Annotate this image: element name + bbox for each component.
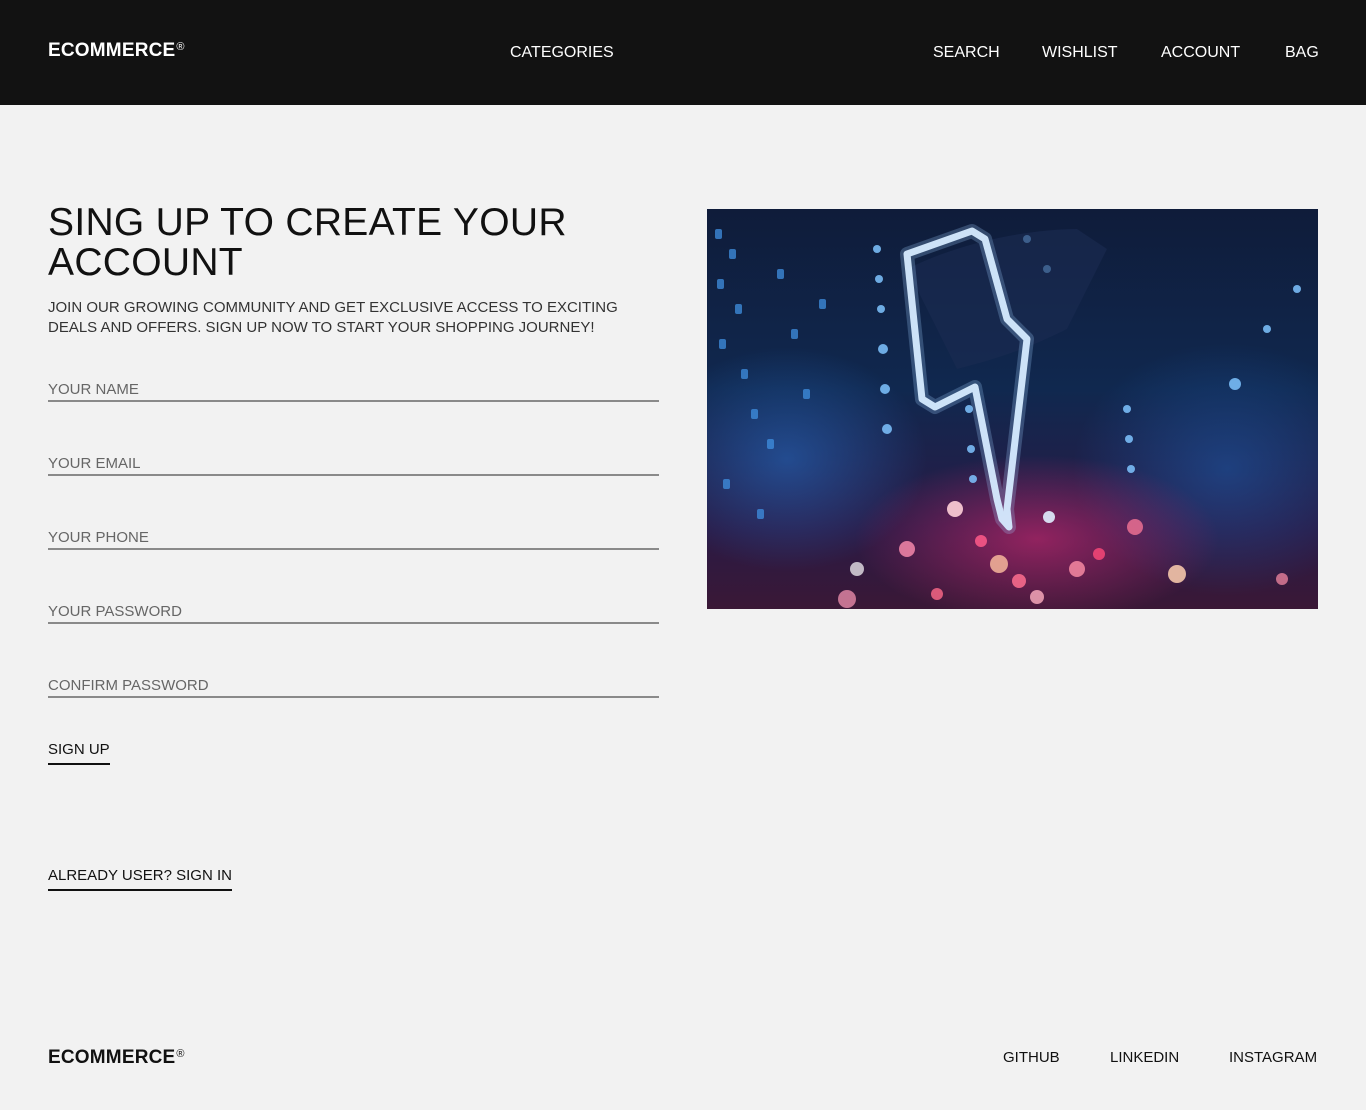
footer-instagram-link[interactable]: INSTAGRAM [1229, 1049, 1317, 1066]
footer-brand-name: ECOMMERCE [48, 1047, 176, 1068]
sign-up-button[interactable]: SIGN UP [48, 741, 110, 765]
brand-logo-link[interactable]: ECOMMERCE® [48, 40, 185, 62]
confirm-password-input[interactable] [48, 668, 659, 696]
nav-search[interactable]: SEARCH [933, 44, 1000, 62]
password-field [48, 594, 659, 624]
password-input[interactable] [48, 594, 659, 622]
page-title: SING UP TO CREATE YOUR ACCOUNT [48, 201, 567, 284]
email-input[interactable] [48, 446, 659, 474]
footer-brand-link[interactable]: ECOMMERCE® [48, 1047, 185, 1069]
site-header: ECOMMERCE® CATEGORIES SEARCH WISHLIST AC… [0, 0, 1366, 105]
nav-categories[interactable]: CATEGORIES [510, 44, 614, 62]
brand-name: ECOMMERCE [48, 40, 176, 61]
email-field [48, 446, 659, 476]
nav-bag[interactable]: BAG [1285, 44, 1319, 62]
phone-input[interactable] [48, 520, 659, 548]
footer-linkedin-link[interactable]: LINKEDIN [1110, 1049, 1179, 1066]
footer-registered-mark: ® [176, 1048, 185, 1060]
name-field [48, 372, 659, 402]
registered-mark: ® [176, 41, 185, 53]
nav-account[interactable]: ACCOUNT [1161, 44, 1240, 62]
page-subtitle: JOIN OUR GROWING COMMUNITY AND GET EXCLU… [48, 299, 618, 336]
confirm-password-field [48, 668, 659, 698]
name-input[interactable] [48, 372, 659, 400]
footer-github-link[interactable]: GITHUB [1003, 1049, 1060, 1066]
sign-in-link[interactable]: ALREADY USER? SIGN IN [48, 867, 232, 891]
nav-wishlist[interactable]: WISHLIST [1042, 44, 1118, 62]
neon-city-illustration [715, 224, 1301, 608]
hero-image [707, 209, 1318, 609]
phone-field [48, 520, 659, 550]
